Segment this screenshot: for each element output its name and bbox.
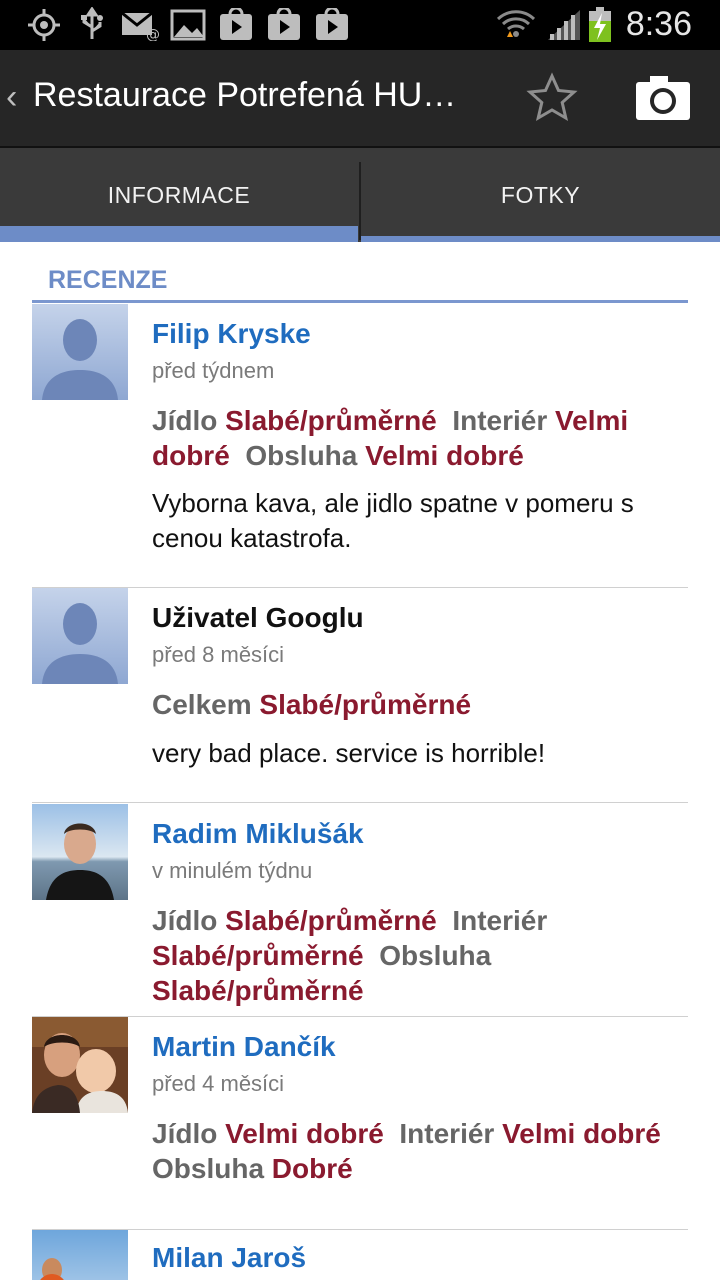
rating-label: Interiér — [399, 1118, 495, 1149]
play-store-icon — [314, 8, 350, 42]
review-time: v minulém týdnu — [152, 858, 313, 883]
review-item[interactable]: Radim Miklušák v minulém týdnu Jídlo Sla… — [32, 804, 688, 1016]
signal-icon — [546, 8, 582, 42]
review-time: před 4 měsíci — [152, 1071, 285, 1096]
status-time: 8:36 — [625, 5, 692, 43]
avatar[interactable] — [32, 1230, 128, 1280]
gps-icon — [26, 8, 62, 42]
rating-value: Slabé/průměrné — [152, 940, 364, 971]
reviewer-name[interactable]: Uživatel Googlu — [152, 602, 364, 634]
play-store-icon — [266, 8, 302, 42]
review-ratings: Jídlo Velmi dobré Interiér Velmi dobré O… — [152, 1116, 688, 1186]
tab-fotky[interactable]: FOTKY — [361, 148, 720, 242]
rating-label: Obsluha — [245, 440, 358, 471]
rating-label: Jídlo — [152, 905, 218, 936]
page-title[interactable]: Restaurace Potrefená HU… — [33, 76, 473, 115]
rating-label: Interiér — [452, 405, 548, 436]
review-item[interactable]: Uživatel Googlu před 8 měsíci Celkem Sla… — [32, 588, 688, 802]
avatar[interactable] — [32, 304, 128, 400]
review-time: před 8 měsíci — [152, 642, 285, 667]
battery-charging-icon — [588, 7, 612, 42]
avatar[interactable] — [32, 804, 128, 900]
usb-icon — [78, 7, 106, 42]
section-title: RECENZE — [48, 266, 168, 294]
review-item[interactable]: Martin Dančík před 4 měsíci Jídlo Velmi … — [32, 1017, 688, 1229]
camera-icon[interactable] — [634, 72, 692, 122]
review-item[interactable]: Milan Jaroš — [32, 1230, 688, 1280]
rating-label: Jídlo — [152, 1118, 218, 1149]
email-icon: @ — [120, 8, 160, 42]
tab-underline — [361, 236, 720, 242]
reviewer-name[interactable]: Radim Miklušák — [152, 818, 364, 850]
action-bar: ‹ Restaurace Potrefená HU… — [0, 50, 720, 148]
rating-value: Velmi dobré — [502, 1118, 661, 1149]
reviewer-name[interactable]: Martin Dančík — [152, 1031, 336, 1063]
svg-text:@: @ — [146, 27, 160, 41]
gallery-icon — [170, 8, 206, 42]
rating-value: Slabé/průměrné — [225, 405, 437, 436]
section-divider — [32, 300, 688, 303]
rating-label: Obsluha — [379, 940, 492, 971]
reviewer-name[interactable]: Milan Jaroš — [152, 1242, 306, 1274]
rating-value: Slabé/průměrné — [152, 975, 364, 1006]
review-ratings: Jídlo Slabé/průměrné Interiér Slabé/prům… — [152, 903, 688, 1008]
star-icon[interactable] — [526, 72, 578, 124]
play-store-icon — [218, 8, 254, 42]
review-item[interactable]: Filip Kryske před týdnem Jídlo Slabé/prů… — [32, 304, 688, 586]
divider — [32, 802, 688, 803]
review-ratings: Jídlo Slabé/průměrné Interiér Velmi dobr… — [152, 403, 688, 473]
review-ratings: Celkem Slabé/průměrné — [152, 687, 688, 722]
avatar[interactable] — [32, 588, 128, 684]
rating-label: Jídlo — [152, 405, 218, 436]
rating-value: Slabé/průměrné — [259, 689, 472, 720]
rating-label: Obsluha — [152, 1153, 265, 1184]
rating-value: Dobré — [271, 1153, 353, 1184]
reviewer-name[interactable]: Filip Kryske — [152, 318, 311, 350]
rating-label: Celkem — [152, 689, 252, 720]
up-caret-icon[interactable]: ‹ — [6, 78, 17, 117]
rating-value: Slabé/průměrné — [225, 905, 437, 936]
rating-label: Interiér — [452, 905, 548, 936]
status-bar: @ 8:36 — [0, 0, 720, 50]
rating-value: Velmi dobré — [365, 440, 524, 471]
tab-selected-indicator — [0, 226, 358, 242]
rating-value: Velmi dobré — [225, 1118, 384, 1149]
wifi-icon — [496, 8, 536, 42]
avatar[interactable] — [32, 1017, 128, 1113]
review-time: před týdnem — [152, 358, 275, 383]
review-text: very bad place. service is horrible! — [152, 738, 546, 768]
review-text: Vyborna kava, ale jidlo spatne v pomeru … — [152, 488, 634, 553]
